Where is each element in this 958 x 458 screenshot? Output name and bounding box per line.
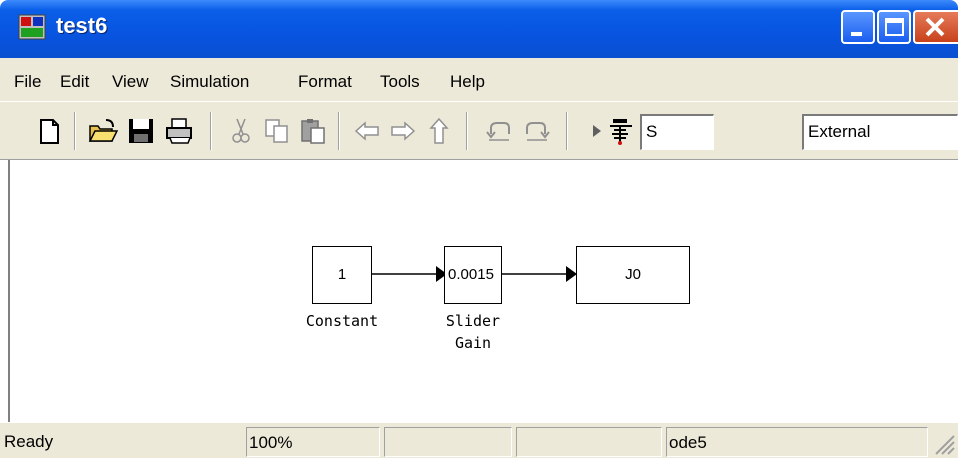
menu-help[interactable]: Help (450, 72, 485, 92)
minimize-button[interactable] (841, 10, 875, 44)
redo-icon[interactable] (522, 116, 552, 146)
status-cell-4 (516, 427, 662, 457)
menu-bar: File Edit View Simulation Format Tools H… (0, 58, 958, 102)
toolbar: S External (0, 102, 958, 160)
menu-format[interactable]: Format (298, 72, 352, 92)
toolbar-separator (338, 112, 340, 150)
back-icon[interactable] (352, 116, 382, 146)
status-cell-3 (384, 427, 512, 457)
toolbar-separator (566, 112, 568, 150)
print-icon[interactable] (164, 116, 194, 146)
cut-icon[interactable] (226, 116, 256, 146)
toolbar-separator (74, 112, 76, 150)
menu-simulation[interactable]: Simulation (170, 72, 249, 92)
simulation-mode-select[interactable]: External (802, 114, 958, 150)
zoom-level: 100% (246, 427, 380, 457)
up-icon[interactable] (424, 116, 454, 146)
constant-block-value: 1 (337, 266, 347, 283)
paste-icon[interactable] (298, 116, 328, 146)
save-icon[interactable] (126, 116, 156, 146)
close-button[interactable] (913, 10, 958, 44)
toolbar-separator (210, 112, 212, 150)
signal-line-gain-to-j0[interactable] (501, 266, 577, 282)
build-icon[interactable] (606, 116, 636, 146)
slider-gain-label-line1: Slider (445, 312, 501, 330)
toolbar-separator (466, 112, 468, 150)
minimize-icon (851, 32, 862, 36)
signal-line-constant-to-gain[interactable] (371, 266, 447, 282)
open-icon[interactable] (88, 116, 118, 146)
solver-name: ode5 (666, 427, 928, 457)
copy-icon[interactable] (262, 116, 292, 146)
simulink-model-icon[interactable] (18, 14, 46, 40)
menu-view[interactable]: View (112, 72, 149, 92)
status-text: Ready (4, 432, 54, 451)
forward-icon[interactable] (388, 116, 418, 146)
slider-gain-block[interactable]: 0.0015 (444, 246, 502, 304)
title-bar: test6 (0, 0, 958, 58)
undo-icon[interactable] (484, 116, 514, 146)
constant-block-label[interactable]: Constant (296, 310, 388, 332)
status-bar: Ready 100% ode5 (0, 422, 958, 458)
slider-gain-block-label[interactable]: Slider Gain (428, 310, 518, 354)
j0-block[interactable]: J0 (576, 246, 690, 304)
menu-file[interactable]: File (14, 72, 41, 92)
model-canvas[interactable]: 1 Constant 0.0015 Slider Gain J0 (8, 160, 958, 422)
stop-time-input[interactable]: S (640, 114, 714, 150)
maximize-icon (885, 18, 904, 36)
window-title: test6 (56, 13, 108, 38)
menu-tools[interactable]: Tools (380, 72, 420, 92)
menu-edit[interactable]: Edit (60, 72, 89, 92)
new-icon[interactable] (34, 116, 64, 146)
constant-block[interactable]: 1 (312, 246, 372, 304)
maximize-button[interactable] (877, 10, 911, 44)
resize-grip-icon[interactable] (930, 430, 956, 456)
close-icon (925, 17, 945, 37)
slider-gain-block-value: 0.0015 (448, 266, 494, 283)
j0-block-value: J0 (625, 266, 641, 283)
slider-gain-label-line2: Gain (454, 334, 492, 352)
